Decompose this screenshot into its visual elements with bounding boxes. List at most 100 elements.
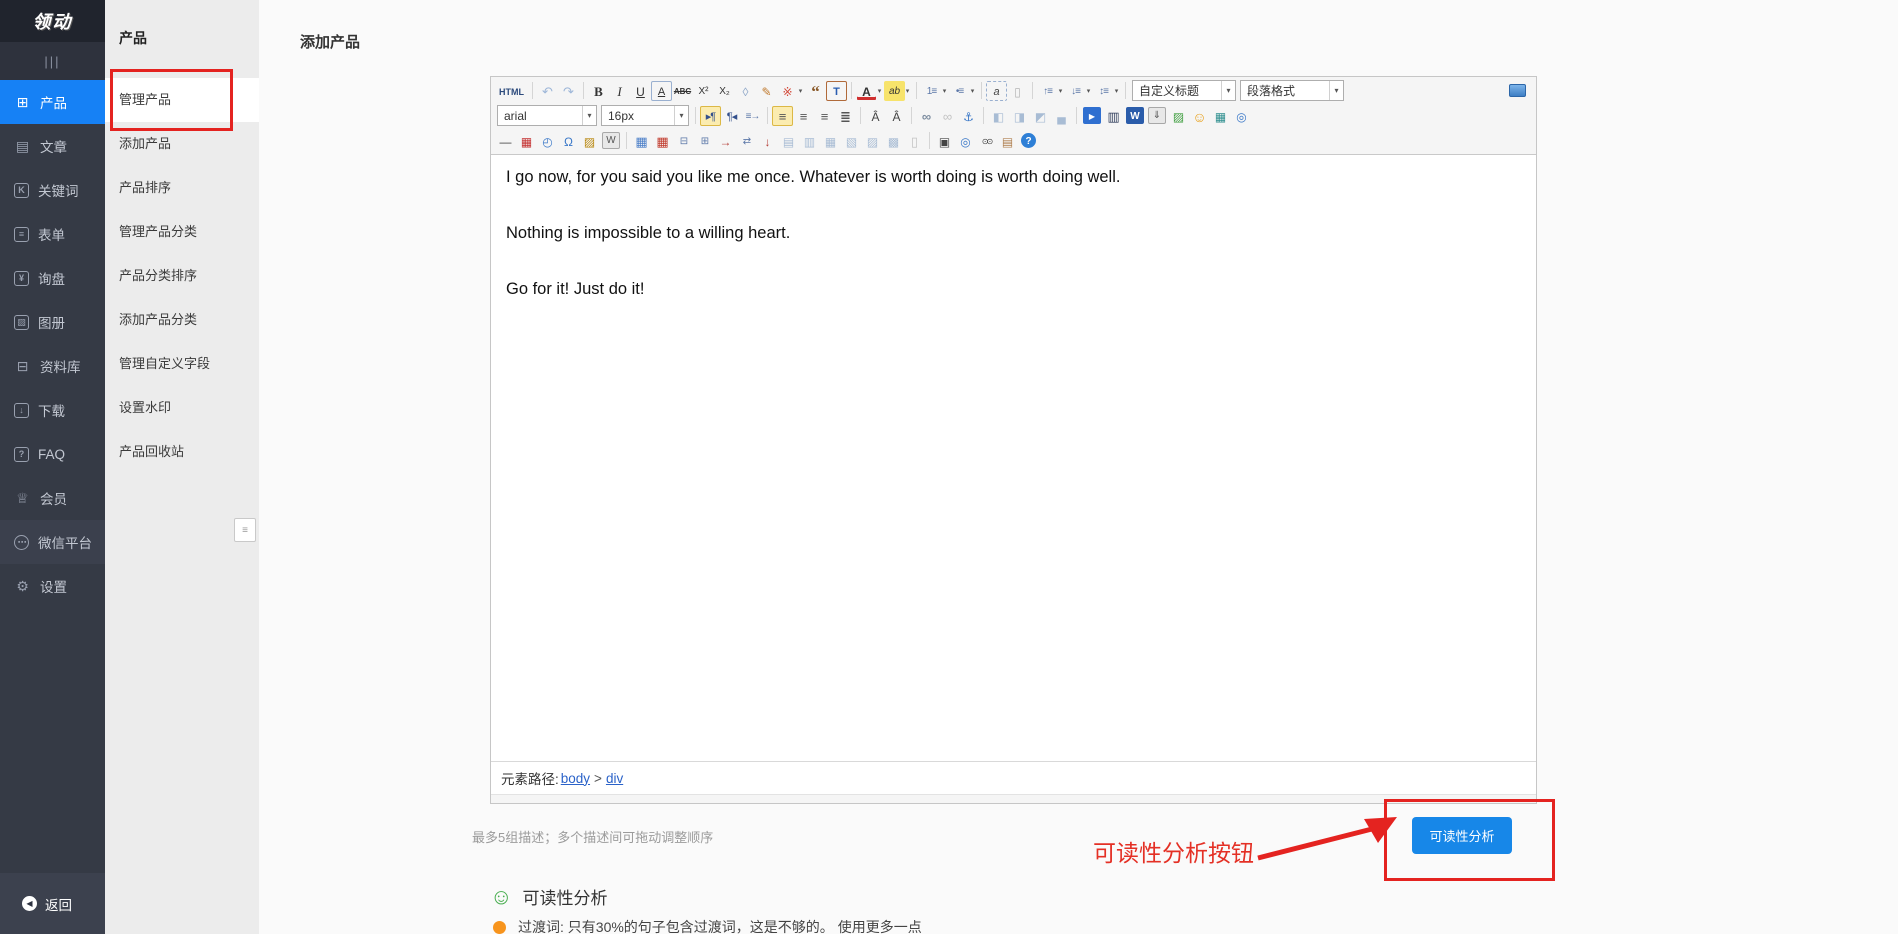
align-right-button[interactable]: ≡ xyxy=(814,106,835,126)
sidebar-item-inquiry[interactable]: ¥询盘 xyxy=(0,256,105,300)
special-symbol-button[interactable]: Ω xyxy=(558,131,579,151)
merge-cells-button[interactable]: ↓ xyxy=(757,131,778,151)
sidebar-item-settings[interactable]: ⚙设置 xyxy=(0,564,105,608)
italic-button[interactable]: I xyxy=(609,81,630,101)
submenu-item-add-product[interactable]: 添加产品 xyxy=(105,122,259,166)
insert-time-button[interactable]: ◴ xyxy=(537,131,558,151)
insert-date-button[interactable]: ▦ xyxy=(516,131,537,151)
subscript-button[interactable]: X₂ xyxy=(714,81,735,101)
delete-table-button[interactable]: ▦ xyxy=(652,131,673,151)
clean-word-button[interactable]: W xyxy=(602,132,620,149)
ltr-paragraph-button[interactable]: ▸¶ xyxy=(700,106,721,126)
upload-file-button[interactable]: ⇓ xyxy=(1148,107,1166,124)
fullscreen-monitor-button[interactable] xyxy=(1509,84,1526,97)
sidebar-item-wechat[interactable]: ⋯微信平台 xyxy=(0,520,105,564)
editor-resize-grip[interactable] xyxy=(491,794,1536,803)
eraser-button[interactable]: ◊ xyxy=(735,81,756,101)
paste-plain-button[interactable]: ▤ xyxy=(997,131,1018,151)
submenu-item-product-category-sort[interactable]: 产品分类排序 xyxy=(105,254,259,298)
text-transform-upper-button[interactable]: Â xyxy=(865,106,886,126)
font-color-button[interactable]: A xyxy=(856,81,877,101)
format-brush-button[interactable]: ✎ xyxy=(756,81,777,101)
image-float-right-button[interactable]: ◩ xyxy=(1030,106,1051,126)
page-break-button[interactable]: ▯ xyxy=(904,131,925,151)
insert-title-button[interactable]: T xyxy=(826,81,847,101)
bold-button[interactable]: B xyxy=(588,81,609,101)
preview-button[interactable]: ◎ xyxy=(955,131,976,151)
submenu-item-manage-products[interactable]: 管理产品 xyxy=(105,78,259,122)
paragraph-spacing-button[interactable]: ↓≡ xyxy=(1065,81,1086,101)
insert-table-button[interactable]: ▦ xyxy=(631,131,652,151)
ordered-list-arrow[interactable]: ▾ xyxy=(940,81,949,101)
readability-analyze-button[interactable]: 可读性分析 xyxy=(1412,817,1512,854)
new-document-button[interactable]: ▯ xyxy=(1007,81,1028,101)
underline-button[interactable]: U xyxy=(630,81,651,101)
back-button[interactable]: ◀ 返回 xyxy=(0,873,105,934)
sidebar-item-member[interactable]: ♕会员 xyxy=(0,476,105,520)
insert-row-button[interactable]: → xyxy=(715,131,736,151)
sidebar-item-library[interactable]: ⊟资料库 xyxy=(0,344,105,388)
table-op-col-left-button[interactable]: ▦ xyxy=(820,131,841,151)
submenu-item-manage-custom-fields[interactable]: 管理自定义字段 xyxy=(105,342,259,386)
highlight-color-arrow[interactable]: ▾ xyxy=(903,81,912,101)
insert-media-button[interactable]: ▥ xyxy=(1103,106,1124,126)
submenu-item-product-recycle-bin[interactable]: 产品回收站 xyxy=(105,430,259,474)
sidebar-item-gallery[interactable]: ▨图册 xyxy=(0,300,105,344)
unordered-list-arrow[interactable]: ▾ xyxy=(968,81,977,101)
paragraph-format-select[interactable]: 段落格式▾ xyxy=(1240,80,1344,101)
font-color-box-button[interactable]: A xyxy=(651,81,672,101)
editor-content[interactable]: I go now, for you said you like me once.… xyxy=(491,155,1536,761)
font-color-arrow[interactable]: ▾ xyxy=(875,81,884,101)
paint-format-arrow[interactable]: ▾ xyxy=(796,81,805,101)
paragraph-align-arrow[interactable]: ▾ xyxy=(1056,81,1065,101)
insert-chart-button[interactable]: ▦ xyxy=(1210,106,1231,126)
font-size-select[interactable]: 16px▾ xyxy=(601,105,689,126)
paint-format-button[interactable]: ※ xyxy=(777,81,798,101)
submenu-item-manage-product-categories[interactable]: 管理产品分类 xyxy=(105,210,259,254)
table-op-merge-down-button[interactable]: ▩ xyxy=(883,131,904,151)
redo-button[interactable]: ↷ xyxy=(558,81,579,101)
custom-heading-select[interactable]: 自定义标题▾ xyxy=(1132,80,1236,101)
submenu-item-set-watermark[interactable]: 设置水印 xyxy=(105,386,259,430)
table-op-col-right-button[interactable]: ▧ xyxy=(841,131,862,151)
element-path-link-body[interactable]: body xyxy=(561,771,590,786)
insert-map-button[interactable]: ◎ xyxy=(1231,106,1252,126)
align-left-button[interactable]: ≡ xyxy=(772,106,793,126)
submenu-item-product-sort[interactable]: 产品排序 xyxy=(105,166,259,210)
element-path-link-div[interactable]: div xyxy=(606,771,623,786)
import-word-button[interactable]: W xyxy=(1126,107,1144,124)
line-height-button[interactable]: ↕≡ xyxy=(1093,81,1114,101)
undo-button[interactable]: ↶ xyxy=(537,81,558,101)
insert-link-button[interactable]: ∞ xyxy=(916,106,937,126)
unordered-list-button[interactable]: •≡ xyxy=(949,81,970,101)
sidebar-item-product[interactable]: ⊞产品 xyxy=(0,80,105,124)
submenu-item-add-product-category[interactable]: 添加产品分类 xyxy=(105,298,259,342)
insert-image-button[interactable]: ▨ xyxy=(1168,106,1189,126)
font-family-select[interactable]: arial▾ xyxy=(497,105,597,126)
text-transform-lower-button[interactable]: Â xyxy=(886,106,907,126)
image-map-button[interactable]: ▨ xyxy=(579,131,600,151)
char-border-button[interactable]: a xyxy=(986,81,1007,101)
submenu-collapse-toggle[interactable]: ≡ xyxy=(234,518,256,542)
indent-button[interactable]: ≡→ xyxy=(742,106,763,126)
image-inline-button[interactable]: ◨ xyxy=(1009,106,1030,126)
insert-column-button[interactable]: ⇄ xyxy=(736,131,757,151)
help-button[interactable]: ? xyxy=(1021,133,1036,148)
ordered-list-button[interactable]: 1≡ xyxy=(921,81,942,101)
strikethrough-button[interactable]: ABC xyxy=(672,81,693,101)
sidebar-item-form[interactable]: ≡表单 xyxy=(0,212,105,256)
sidebar-item-faq[interactable]: ?FAQ xyxy=(0,432,105,476)
print-button[interactable]: ▣ xyxy=(934,131,955,151)
sidebar-item-download[interactable]: ↓下载 xyxy=(0,388,105,432)
horizontal-rule-button[interactable]: — xyxy=(495,131,516,151)
html-source-button[interactable]: HTML xyxy=(495,81,528,101)
split-cell-button[interactable]: ⊞ xyxy=(694,131,715,151)
sidebar-item-article[interactable]: ▤文章 xyxy=(0,124,105,168)
sidebar-collapse-button[interactable]: ||| xyxy=(0,42,105,80)
align-justify-button[interactable]: ≣ xyxy=(835,106,856,126)
image-block-button[interactable]: ▄ xyxy=(1051,106,1072,126)
align-center-button[interactable]: ≡ xyxy=(793,106,814,126)
paragraph-spacing-arrow[interactable]: ▾ xyxy=(1084,81,1093,101)
highlight-color-button[interactable]: ab xyxy=(884,81,905,101)
emoticons-button[interactable]: ☺ xyxy=(1189,106,1210,126)
